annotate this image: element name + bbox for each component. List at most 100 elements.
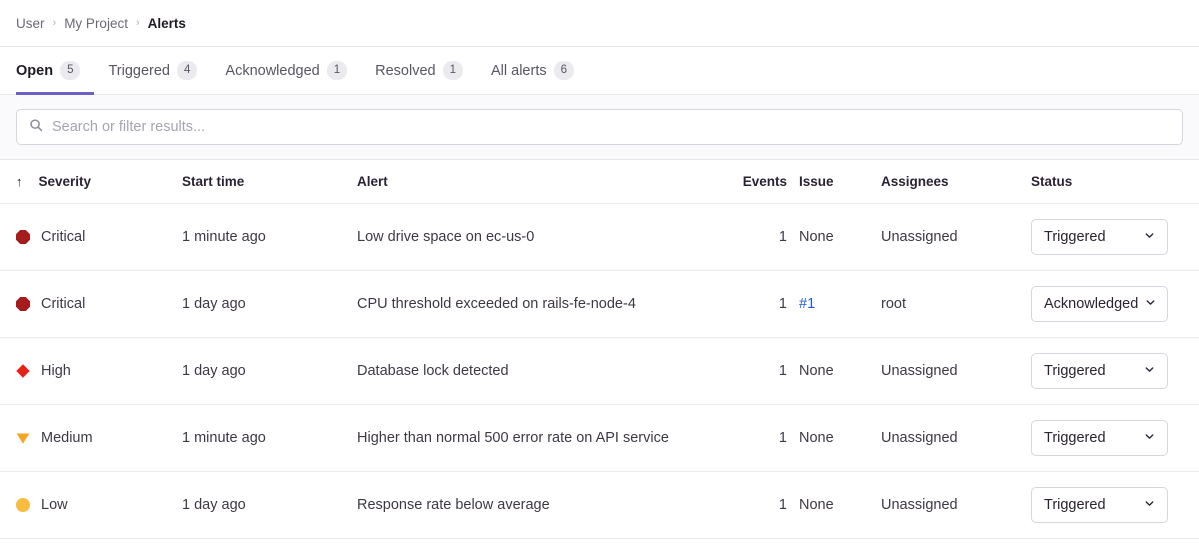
table-row[interactable]: Medium 1 minute agoHigher than normal 500… xyxy=(0,405,1199,472)
table-row[interactable]: Low1 day agoResponse rate below average1… xyxy=(0,472,1199,539)
severity-high-icon xyxy=(16,364,30,378)
status-dropdown[interactable]: Triggered xyxy=(1031,487,1168,523)
tab-count-badge: 1 xyxy=(327,61,347,81)
cell-assignees: root xyxy=(881,296,1031,312)
cell-alert-name[interactable]: Response rate below average xyxy=(357,497,713,513)
column-header-severity-label: Severity xyxy=(39,174,92,189)
cell-events-count: 1 xyxy=(713,296,799,312)
cell-start-time: 1 minute ago xyxy=(182,229,357,245)
cell-assignees: Unassigned xyxy=(881,430,1031,446)
tab-all-alerts[interactable]: All alerts 6 xyxy=(477,49,588,95)
severity-critical-icon xyxy=(16,230,30,244)
column-header-alert[interactable]: Alert xyxy=(357,174,713,189)
cell-assignees: Unassigned xyxy=(881,363,1031,379)
severity-critical-icon xyxy=(16,297,30,311)
breadcrumb-item-my-project[interactable]: My Project xyxy=(64,16,128,31)
column-header-start-time[interactable]: Start time xyxy=(182,174,357,189)
issue-link[interactable]: #1 xyxy=(799,296,815,312)
column-header-assignees[interactable]: Assignees xyxy=(881,174,1031,189)
status-dropdown[interactable]: Triggered xyxy=(1031,420,1168,456)
tab-label: Triggered xyxy=(108,63,170,79)
severity-label: Critical xyxy=(41,229,85,245)
breadcrumb-item-user[interactable]: User xyxy=(16,16,45,31)
cell-severity: High xyxy=(16,363,182,379)
issue-value: None xyxy=(799,229,834,245)
cell-assignees: Unassigned xyxy=(881,229,1031,245)
issue-value: None xyxy=(799,430,834,446)
cell-start-time: 1 day ago xyxy=(182,497,357,513)
cell-alert-name[interactable]: Database lock detected xyxy=(357,363,713,379)
tab-triggered[interactable]: Triggered 4 xyxy=(94,49,211,95)
chevron-down-icon xyxy=(1137,363,1156,380)
tab-count-badge: 1 xyxy=(443,61,463,81)
severity-label: Critical xyxy=(41,296,85,312)
tab-acknowledged[interactable]: Acknowledged 1 xyxy=(211,49,361,95)
tab-label: All alerts xyxy=(491,63,547,79)
cell-severity: Low xyxy=(16,497,182,513)
cell-events-count: 1 xyxy=(713,430,799,446)
cell-assignees: Unassigned xyxy=(881,497,1031,513)
severity-low-icon xyxy=(16,498,30,512)
issue-value: None xyxy=(799,497,834,513)
column-header-status[interactable]: Status xyxy=(1031,174,1183,189)
status-dropdown-value: Triggered xyxy=(1044,497,1106,513)
status-dropdown-value: Acknowledged xyxy=(1044,296,1138,312)
cell-issue: None xyxy=(799,430,881,446)
cell-severity: Critical xyxy=(16,296,182,312)
issue-value: None xyxy=(799,363,834,379)
cell-alert-name[interactable]: CPU threshold exceeded on rails-fe-node-… xyxy=(357,296,713,312)
sort-ascending-icon[interactable]: ↑ xyxy=(16,174,23,189)
tab-label: Resolved xyxy=(375,63,435,79)
search-input[interactable]: Search or filter results... xyxy=(16,109,1183,145)
cell-issue: None xyxy=(799,363,881,379)
chevron-down-icon xyxy=(1137,430,1156,447)
chevron-down-icon xyxy=(1138,296,1157,313)
status-dropdown[interactable]: Triggered xyxy=(1031,219,1168,255)
cell-severity: Critical xyxy=(16,229,182,245)
column-header-severity[interactable]: ↑ Severity xyxy=(16,174,182,189)
chevron-down-icon xyxy=(1137,497,1156,514)
tab-open[interactable]: Open 5 xyxy=(16,49,94,95)
cell-start-time: 1 minute ago xyxy=(182,430,357,446)
cell-issue: None xyxy=(799,229,881,245)
breadcrumb-item-alerts: Alerts xyxy=(148,16,186,31)
column-header-issue[interactable]: Issue xyxy=(799,174,881,189)
status-dropdown[interactable]: Acknowledged xyxy=(1031,286,1168,322)
tab-resolved[interactable]: Resolved 1 xyxy=(361,49,477,95)
cell-status: Acknowledged xyxy=(1031,286,1183,322)
tab-count-badge: 4 xyxy=(177,61,197,81)
table-row[interactable]: Critical 1 day agoCPU threshold exceeded … xyxy=(0,271,1199,338)
severity-label: Medium xyxy=(41,430,93,446)
table-row[interactable]: High1 day agoDatabase lock detected1None… xyxy=(0,338,1199,405)
table-row[interactable]: Critical 1 minute agoLow drive space on e… xyxy=(0,204,1199,271)
cell-issue: None xyxy=(799,497,881,513)
tab-count-badge: 5 xyxy=(60,61,80,81)
severity-label: Low xyxy=(41,497,68,513)
tab-label: Open xyxy=(16,63,53,79)
table-header-row: ↑Severity Start time Alert Events Issue … xyxy=(0,160,1199,204)
search-placeholder: Search or filter results... xyxy=(52,120,1170,135)
chevron-down-icon xyxy=(1137,229,1156,246)
status-dropdown-value: Triggered xyxy=(1044,363,1106,379)
cell-start-time: 1 day ago xyxy=(182,363,357,379)
cell-status: Triggered xyxy=(1031,219,1183,255)
cell-severity: Medium xyxy=(16,430,182,446)
cell-alert-name[interactable]: Higher than normal 500 error rate on API… xyxy=(357,430,713,446)
cell-status: Triggered xyxy=(1031,353,1183,389)
alert-tabs: Open 5 Triggered 4 Acknowledged 1 Resolved 1 All… xyxy=(0,47,1199,95)
cell-alert-name[interactable]: Low drive space on ec-us-0 xyxy=(357,229,713,245)
column-header-events[interactable]: Events xyxy=(713,174,799,189)
cell-status: Triggered xyxy=(1031,487,1183,523)
search-bar-container: Search or filter results... xyxy=(0,95,1199,160)
severity-medium-icon xyxy=(16,431,30,445)
breadcrumb-separator: › xyxy=(136,17,140,29)
tab-count-badge: 6 xyxy=(554,61,574,81)
cell-start-time: 1 day ago xyxy=(182,296,357,312)
breadcrumb: User›My Project›Alerts xyxy=(0,0,1199,47)
status-dropdown-value: Triggered xyxy=(1044,229,1106,245)
search-icon xyxy=(29,118,43,137)
cell-events-count: 1 xyxy=(713,229,799,245)
status-dropdown[interactable]: Triggered xyxy=(1031,353,1168,389)
cell-status: Triggered xyxy=(1031,420,1183,456)
tab-label: Acknowledged xyxy=(225,63,319,79)
